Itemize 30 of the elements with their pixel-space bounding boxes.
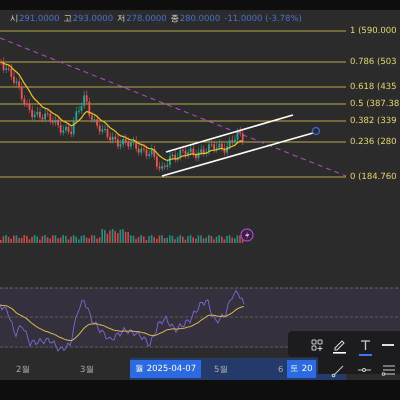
fib-level-label: 0 (184.760 [350,171,397,184]
pencil-icon [333,340,346,354]
date-label: 토 20 [287,360,316,378]
axis-label: 2월 [16,364,30,377]
axis-label: 5월 [214,364,228,377]
fib-level-label: 0.5 (387.38 [350,98,400,111]
fib-level-label: 0.382 (339 [350,115,397,128]
ohlc-value: 293.0000 [72,14,114,24]
fib-level-label: 0.786 (503 [350,56,397,69]
ohlc-label: 시 [10,14,19,24]
shapes-icon [312,339,323,352]
ohlc-value: 280.0000 [180,14,220,24]
fib-level-label: 0.618 (435 [350,81,397,94]
date-label: 월 2025-04-07 [130,360,202,378]
fib-level-label: 0.236 (280 [350,136,397,149]
lightning-icon [240,228,254,242]
axis-label: 6 [278,364,284,377]
ohlc-value: 278.0000 [126,14,167,24]
parallel-lines-icon [382,365,396,376]
line-style-icon [382,344,394,346]
ohlc-label: 고 [64,14,73,24]
trend-line-icon [332,365,344,377]
text-icon [360,340,371,350]
price-change: -11.0000 (-3.78%) [224,14,302,24]
horizontal-ray-icon [358,368,372,372]
ohlc-label: 종 [170,14,180,24]
ohlc-value: 291.0000 [19,14,60,24]
axis-label: 3월 [80,364,94,377]
fib-level-label: 1 (590.000 [350,25,397,38]
ohlc-label: 저 [117,14,126,24]
